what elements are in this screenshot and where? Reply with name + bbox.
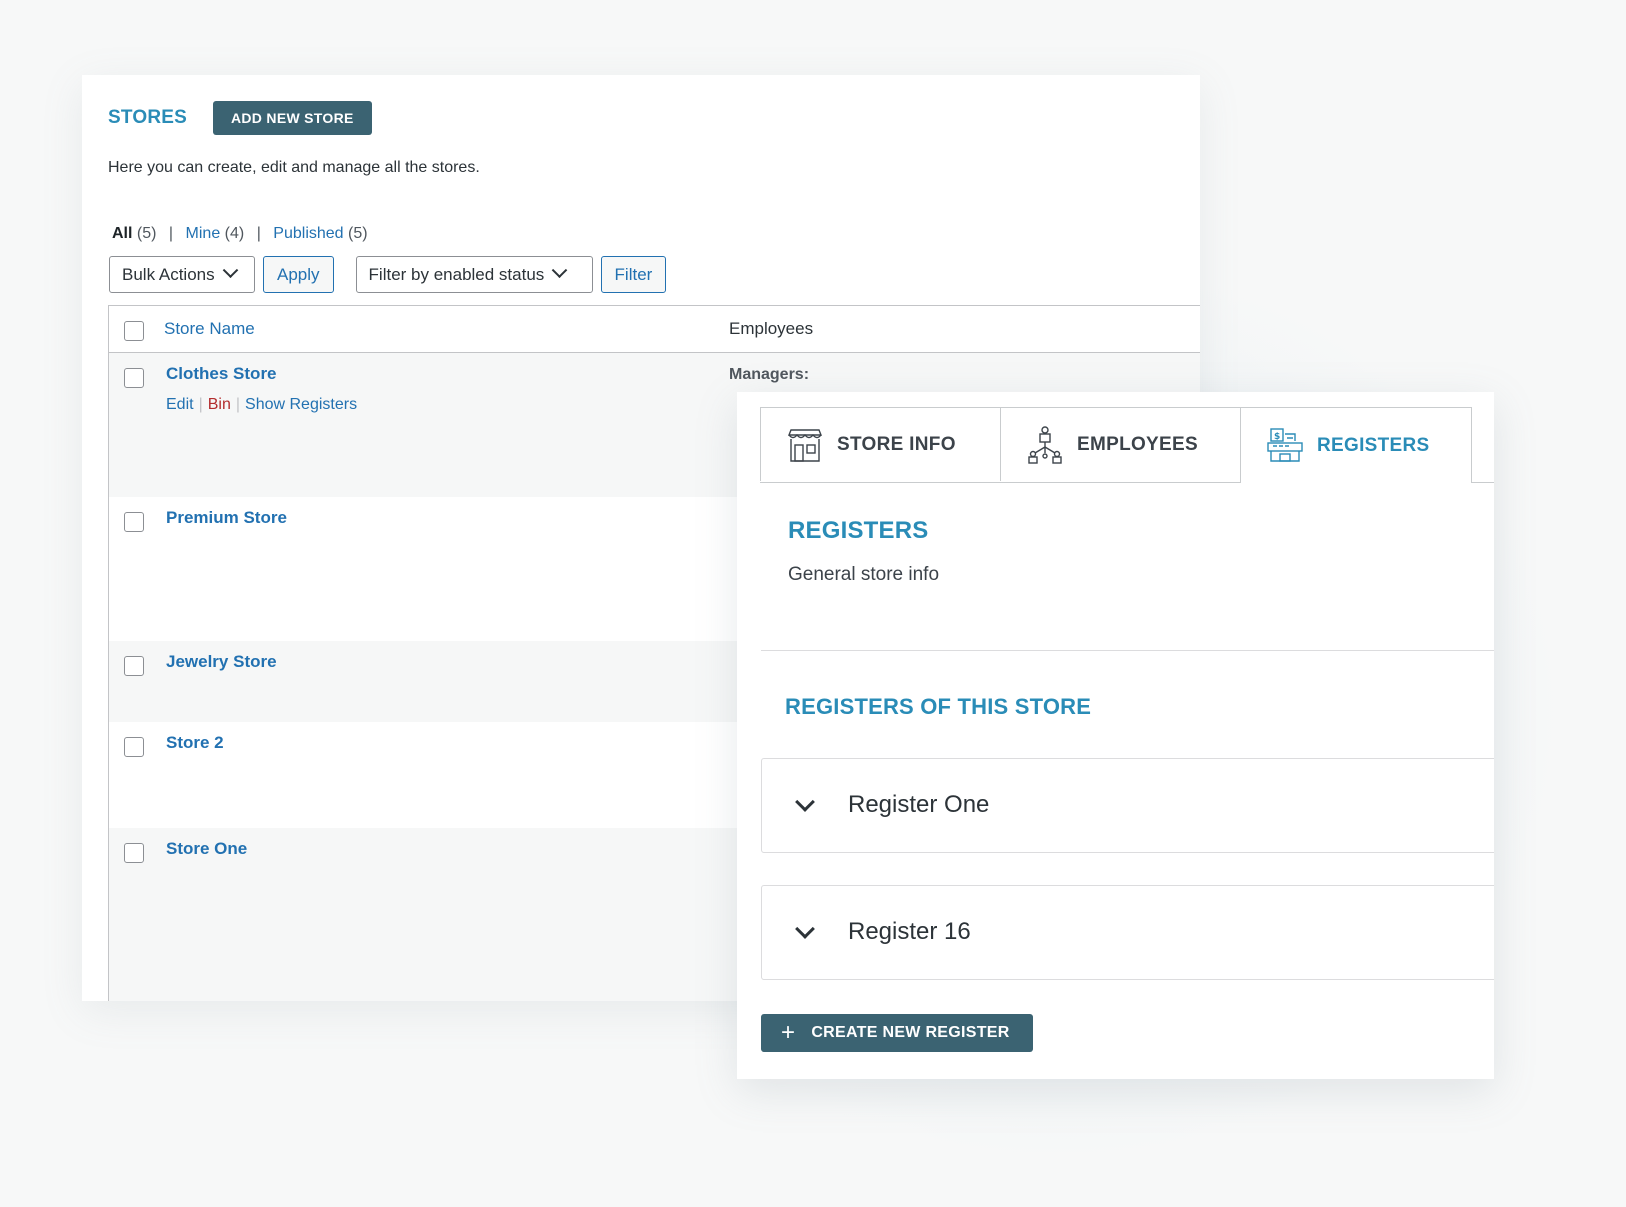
- row-checkbox[interactable]: [124, 843, 144, 863]
- separator: |: [256, 225, 261, 242]
- filter-button[interactable]: Filter: [600, 256, 667, 293]
- chevron-down-icon: [552, 262, 568, 279]
- row-checkbox[interactable]: [124, 512, 144, 532]
- tab-employees[interactable]: EMPLOYEES: [1000, 407, 1241, 481]
- view-mine-link[interactable]: Mine: [186, 225, 221, 242]
- view-all-link[interactable]: All: [112, 225, 132, 242]
- edit-link[interactable]: Edit: [166, 396, 194, 413]
- select-all-checkbox[interactable]: [124, 321, 144, 341]
- view-mine-count: (4): [224, 225, 245, 242]
- register-icon: $: [1267, 427, 1303, 462]
- section-description: General store info: [788, 564, 940, 585]
- separator: |: [168, 225, 174, 242]
- tab-store-info-label: STORE INFO: [837, 433, 956, 455]
- register-name: Register One: [848, 791, 990, 818]
- view-published-count: (5): [348, 225, 368, 242]
- bulk-actions-select[interactable]: Bulk Actions: [109, 256, 255, 293]
- column-employees: Employees: [729, 319, 814, 338]
- row-actions: Edit | Bin | Show Registers: [166, 396, 357, 414]
- view-all-count: (5): [136, 225, 157, 242]
- register-accordion-item[interactable]: Register 16: [761, 885, 1494, 980]
- table-nav: Bulk Actions Apply Filter by enabled sta…: [109, 256, 667, 293]
- separator: |: [198, 396, 203, 413]
- managers-label: Managers:: [729, 366, 810, 383]
- apply-button[interactable]: Apply: [263, 256, 334, 293]
- store-name-link[interactable]: Store 2: [166, 733, 224, 753]
- store-editor-panel: STORE INFO EMPLOYEES $ REGISTERS REGISTE…: [737, 392, 1494, 1079]
- store-name-link[interactable]: Store One: [166, 839, 247, 859]
- store-icon: [787, 428, 823, 462]
- column-store-name[interactable]: Store Name: [164, 319, 255, 339]
- table-header: Store Name Employees: [109, 306, 1200, 353]
- row-checkbox[interactable]: [124, 656, 144, 676]
- row-checkbox[interactable]: [124, 737, 144, 757]
- add-new-store-button[interactable]: ADD NEW STORE: [212, 101, 372, 135]
- tab-registers-label: REGISTERS: [1317, 434, 1430, 456]
- editor-tabs: STORE INFO EMPLOYEES $ REGISTERS: [760, 407, 1494, 483]
- create-new-register-label: CREATE NEW REGISTER: [811, 1024, 1010, 1041]
- employees-icon: [1028, 425, 1062, 464]
- page-description: Here you can create, edit and manage all…: [108, 159, 480, 176]
- register-accordion-item[interactable]: Register One: [761, 758, 1494, 853]
- bin-link[interactable]: Bin: [208, 396, 231, 413]
- title-row: STORES ADD NEW STORE: [108, 101, 372, 135]
- store-name-link[interactable]: Clothes Store: [166, 364, 277, 384]
- store-name-link[interactable]: Jewelry Store: [166, 652, 277, 672]
- create-new-register-button[interactable]: + CREATE NEW REGISTER: [761, 1014, 1033, 1052]
- bulk-actions-value: Bulk Actions: [122, 264, 215, 284]
- row-checkbox[interactable]: [124, 368, 144, 388]
- tab-employees-label: EMPLOYEES: [1077, 433, 1198, 455]
- status-filter-select[interactable]: Filter by enabled status: [355, 256, 593, 293]
- view-filters: All (5) | Mine (4) | Published (5): [112, 225, 368, 243]
- tab-registers[interactable]: $ REGISTERS: [1240, 407, 1472, 483]
- show-registers-link[interactable]: Show Registers: [245, 396, 357, 413]
- divider: [761, 650, 1494, 651]
- chevron-down-icon: [222, 262, 238, 279]
- separator: |: [235, 396, 241, 413]
- page-title: STORES: [108, 107, 187, 128]
- register-name: Register 16: [848, 918, 971, 945]
- registers-subtitle: REGISTERS OF THIS STORE: [785, 694, 1092, 719]
- status-filter-value: Filter by enabled status: [368, 264, 545, 284]
- store-name-link[interactable]: Premium Store: [166, 508, 287, 528]
- section-title: REGISTERS: [788, 517, 929, 544]
- tab-store-info[interactable]: STORE INFO: [760, 407, 1001, 481]
- view-published-link[interactable]: Published: [273, 225, 343, 242]
- chevron-down-icon[interactable]: [795, 792, 815, 812]
- plus-icon: +: [781, 1019, 796, 1046]
- chevron-down-icon[interactable]: [795, 919, 815, 939]
- svg-text:$: $: [1274, 432, 1281, 442]
